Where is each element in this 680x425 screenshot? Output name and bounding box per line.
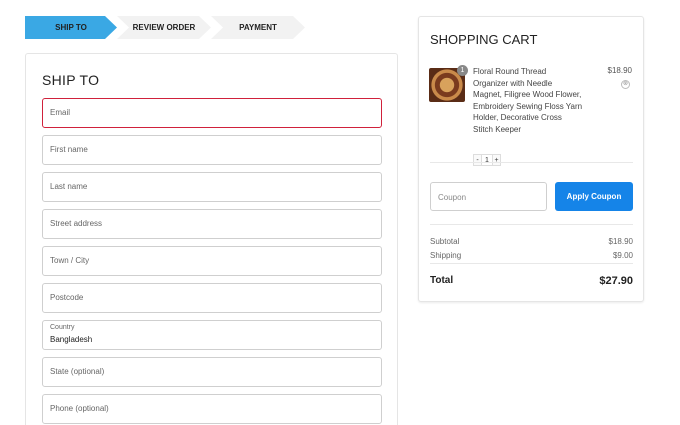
divider	[430, 224, 633, 225]
coupon-placeholder: Coupon	[438, 193, 467, 202]
divider	[430, 263, 633, 264]
country-label: Country	[50, 324, 75, 331]
step-review-order[interactable]: REVIEW ORDER	[117, 16, 211, 39]
first-name-placeholder: First name	[50, 145, 88, 154]
subtotal-value: $18.90	[608, 237, 633, 246]
subtotal-row: Subtotal $18.90	[430, 237, 633, 246]
decrease-quantity-button[interactable]: -	[473, 154, 482, 166]
subtotal-label: Subtotal	[430, 237, 460, 246]
step-payment-label: PAYMENT	[239, 23, 277, 32]
coupon-input[interactable]: Coupon	[430, 182, 547, 211]
product-price: $18.90	[607, 66, 632, 75]
town-city-field[interactable]: Town / City	[42, 246, 382, 276]
last-name-field[interactable]: Last name	[42, 172, 382, 202]
shipping-label: Shipping	[430, 251, 462, 260]
postcode-placeholder: Postcode	[50, 293, 84, 302]
state-placeholder: State (optional)	[50, 367, 105, 376]
ship-to-card: SHIP TO Email First name Last name Stree…	[25, 53, 398, 425]
increase-quantity-button[interactable]: +	[492, 154, 501, 166]
step-ship-to-label: SHIP TO	[55, 23, 87, 32]
country-value: Bangladesh	[50, 335, 93, 344]
step-payment[interactable]: PAYMENT	[211, 16, 305, 39]
last-name-placeholder: Last name	[50, 182, 88, 191]
ship-to-title: SHIP TO	[42, 72, 100, 88]
street-address-field[interactable]: Street address	[42, 209, 382, 239]
total-row: Total $27.90	[430, 275, 633, 287]
total-value: $27.90	[599, 275, 633, 287]
apply-coupon-button[interactable]: Apply Coupon	[555, 182, 633, 211]
shipping-row: Shipping $9.00	[430, 251, 633, 260]
email-field[interactable]: Email	[42, 98, 382, 128]
country-select[interactable]: Country Bangladesh	[42, 320, 382, 350]
quantity-badge: 1	[457, 65, 468, 76]
email-placeholder: Email	[50, 108, 71, 117]
checkout-steps: SHIP TO REVIEW ORDER PAYMENT	[25, 16, 305, 39]
divider	[430, 162, 633, 163]
first-name-field[interactable]: First name	[42, 135, 382, 165]
total-label: Total	[430, 275, 454, 286]
postcode-field[interactable]: Postcode	[42, 283, 382, 313]
shipping-value: $9.00	[612, 251, 633, 260]
remove-item-icon[interactable]: ⊗	[621, 80, 630, 89]
cart-title: SHOPPING CART	[430, 32, 538, 47]
quantity-stepper: - 1 +	[473, 154, 501, 166]
quantity-value[interactable]: 1	[482, 154, 492, 166]
state-field[interactable]: State (optional)	[42, 357, 382, 387]
town-city-placeholder: Town / City	[50, 256, 90, 265]
product-name[interactable]: Floral Round Thread Organizer with Needl…	[473, 66, 583, 135]
street-address-placeholder: Street address	[50, 219, 103, 228]
phone-placeholder: Phone (optional)	[50, 404, 109, 413]
phone-field[interactable]: Phone (optional)	[42, 394, 382, 424]
step-ship-to[interactable]: SHIP TO	[25, 16, 117, 39]
step-review-order-label: REVIEW ORDER	[132, 23, 196, 32]
shopping-cart-card: SHOPPING CART 1 Floral Round Thread Orga…	[418, 16, 644, 302]
